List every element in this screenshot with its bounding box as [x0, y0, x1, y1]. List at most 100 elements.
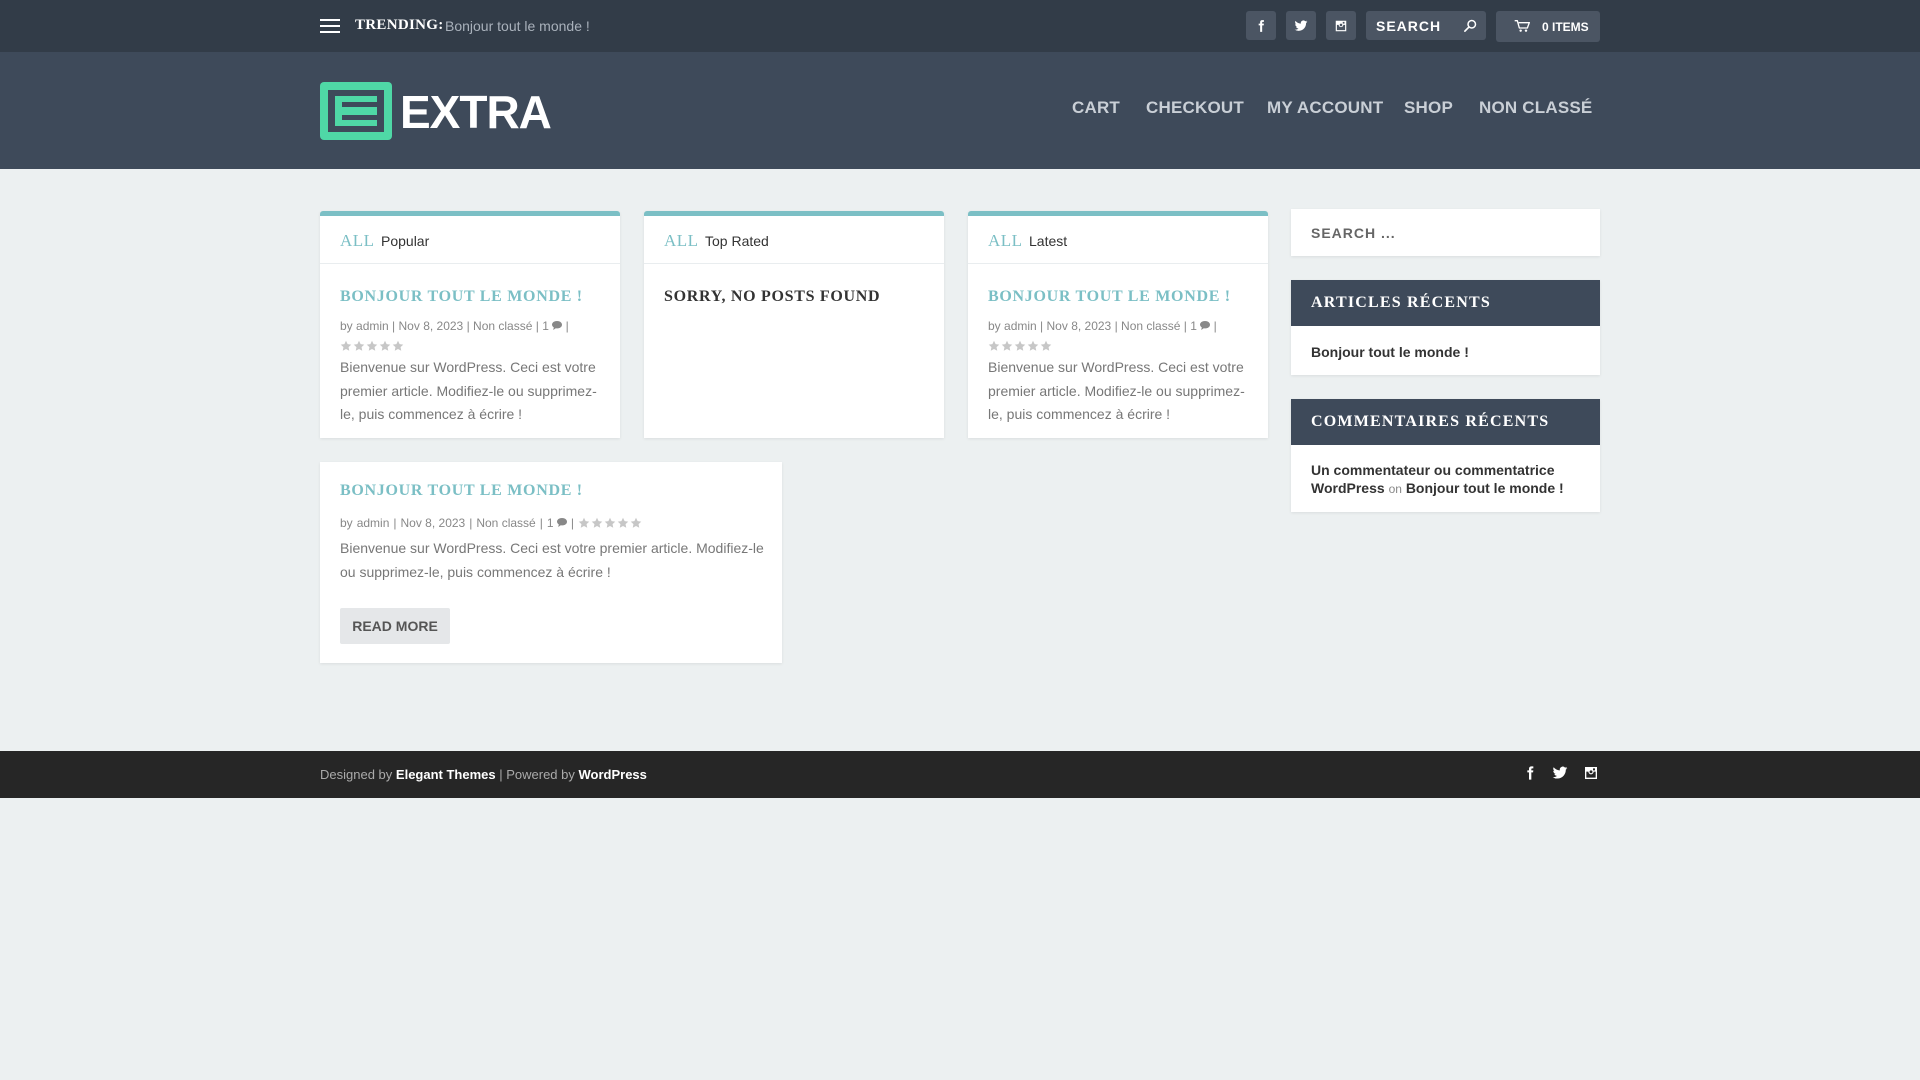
hamburger-icon[interactable]	[320, 19, 340, 33]
star-icon	[340, 340, 352, 351]
star-rating[interactable]	[578, 517, 642, 529]
star-icon	[1001, 340, 1013, 351]
nav-shop[interactable]: SHOP	[1404, 98, 1453, 118]
meta-comments[interactable]: 1	[1190, 319, 1211, 333]
star-icon	[379, 340, 391, 351]
top-search-input[interactable]	[1366, 11, 1461, 40]
star-icon	[353, 340, 365, 351]
tab-all-label[interactable]: ALL	[988, 231, 1023, 251]
nav-my-account[interactable]: MY ACCOUNT	[1267, 98, 1383, 118]
tab-header[interactable]: ALL Latest	[968, 216, 1268, 264]
meta-by: by	[340, 319, 353, 333]
post-title[interactable]: BONJOUR TOUT LE MONDE !	[340, 288, 583, 306]
twitter-icon[interactable]	[1552, 765, 1570, 783]
tab-card-latest: ALL Latest BONJOUR TOUT LE MONDE ! by ad…	[968, 211, 1268, 438]
designed-by-text: Designed by	[320, 767, 393, 782]
meta-category[interactable]: Non classé	[473, 319, 532, 333]
tab-all-label[interactable]: ALL	[664, 231, 699, 251]
instagram-icon[interactable]	[1583, 765, 1601, 783]
meta-comments[interactable]: 1	[547, 516, 567, 530]
footer-credits: Designed by Elegant Themes | Powered by …	[320, 767, 647, 782]
sidebar-search	[1291, 209, 1600, 256]
meta-by: by	[340, 516, 353, 530]
nav-cart[interactable]: CART	[1072, 98, 1120, 118]
no-posts-message: SORRY, NO POSTS FOUND	[664, 288, 881, 305]
recent-posts-widget: ARTICLES RÉCENTS Bonjour tout le monde !	[1291, 280, 1600, 375]
facebook-icon[interactable]	[1246, 11, 1276, 40]
feature-post-card: BONJOUR TOUT LE MONDE ! by admin | Nov 8,…	[320, 462, 782, 663]
meta-comment-count: 1	[546, 516, 554, 530]
comment-post-link[interactable]: Bonjour tout le monde !	[1406, 480, 1564, 496]
search-icon[interactable]	[1463, 18, 1478, 33]
recent-comments-widget: COMMENTAIRES RÉCENTS Un commentateur ou …	[1291, 399, 1600, 512]
read-more-button[interactable]: READ MORE	[340, 608, 450, 644]
wordpress-link[interactable]: WordPress	[579, 767, 647, 782]
post-excerpt: Bienvenue sur WordPress. Ceci est votre …	[340, 540, 764, 580]
top-bar-inner: TRENDING: Bonjour tout le monde ! 0 ITEM…	[320, 0, 1600, 52]
tab-all-label[interactable]: ALL	[340, 231, 375, 251]
star-icon	[366, 340, 378, 351]
meta-comments[interactable]: 1	[542, 319, 563, 333]
tab-name[interactable]: Popular	[381, 233, 429, 249]
recent-posts-list: Bonjour tout le monde !	[1291, 326, 1600, 377]
post-meta: by admin | Nov 8, 2023 | Non classé | 1 …	[340, 319, 569, 333]
post-excerpt: Bienvenue sur WordPress. Ceci est votre …	[988, 359, 1245, 422]
post-meta: by admin | Nov 8, 2023 | Non classé | 1 …	[988, 319, 1217, 333]
meta-author[interactable]: admin	[357, 516, 390, 530]
star-rating[interactable]	[988, 340, 1052, 352]
powered-by-text: | Powered by	[499, 767, 575, 782]
sidebar-search-input[interactable]	[1291, 209, 1600, 256]
facebook-icon[interactable]	[1522, 765, 1540, 783]
logo-mark-icon	[320, 82, 392, 140]
tab-name[interactable]: Top Rated	[705, 233, 769, 249]
logo-text: EXTRA	[400, 86, 552, 138]
meta-date: Nov 8, 2023	[400, 516, 466, 530]
meta-date: Nov 8, 2023	[1046, 319, 1112, 333]
instagram-icon[interactable]	[1326, 11, 1356, 40]
star-icon	[988, 340, 1000, 351]
star-icon	[591, 517, 603, 528]
cart-button[interactable]: 0 ITEMS	[1496, 11, 1600, 42]
post-title[interactable]: BONJOUR TOUT LE MONDE !	[988, 288, 1231, 306]
comment-bubble-icon	[552, 321, 563, 330]
comment-bubble-icon	[1200, 321, 1211, 330]
star-icon	[392, 340, 404, 351]
trending-link[interactable]: Bonjour tout le monde !	[445, 18, 590, 34]
tab-name[interactable]: Latest	[1029, 233, 1067, 249]
twitter-icon[interactable]	[1286, 11, 1316, 40]
star-icon	[1014, 340, 1026, 351]
star-icon	[630, 517, 642, 528]
site-logo[interactable]: EXTRA	[320, 82, 552, 140]
recent-posts-title: ARTICLES RÉCENTS	[1291, 280, 1600, 326]
recent-comments-title: COMMENTAIRES RÉCENTS	[1291, 399, 1600, 445]
meta-by: by	[988, 319, 1001, 333]
nav-checkout[interactable]: CHECKOUT	[1146, 98, 1244, 118]
post-title[interactable]: BONJOUR TOUT LE MONDE !	[340, 482, 583, 500]
top-bar: TRENDING: Bonjour tout le monde ! 0 ITEM…	[0, 0, 1920, 52]
star-icon	[1027, 340, 1039, 351]
star-icon	[604, 517, 616, 528]
star-icon	[617, 517, 629, 528]
meta-category[interactable]: Non classé	[1121, 319, 1180, 333]
main-header: EXTRA CART CHECKOUT MY ACCOUNT SHOP NON …	[0, 52, 1920, 169]
meta-category[interactable]: Non classé	[476, 516, 535, 530]
tab-card-popular: ALL Popular BONJOUR TOUT LE MONDE ! by a…	[320, 211, 620, 438]
meta-comment-count: 1	[1190, 319, 1197, 333]
comment-bubble-icon	[556, 518, 567, 527]
elegant-themes-link[interactable]: Elegant Themes	[396, 767, 496, 782]
tab-header[interactable]: ALL Top Rated	[644, 216, 944, 264]
meta-author[interactable]: admin	[1004, 319, 1037, 333]
tab-card-top-rated: ALL Top Rated SORRY, NO POSTS FOUND	[644, 211, 944, 438]
star-rating[interactable]	[340, 340, 404, 352]
nav-non-classe[interactable]: NON CLASSÉ	[1479, 98, 1592, 118]
site-footer: Designed by Elegant Themes | Powered by …	[0, 751, 1920, 798]
star-icon	[578, 517, 590, 528]
meta-date: Nov 8, 2023	[398, 319, 464, 333]
recent-post-link[interactable]: Bonjour tout le monde !	[1311, 344, 1469, 360]
tab-header[interactable]: ALL Popular	[320, 216, 620, 264]
star-icon	[1040, 340, 1052, 351]
cart-icon	[1514, 19, 1530, 32]
trending-label: TRENDING:	[355, 17, 444, 33]
meta-author[interactable]: admin	[356, 319, 389, 333]
comment-on-text: on	[1388, 482, 1402, 496]
